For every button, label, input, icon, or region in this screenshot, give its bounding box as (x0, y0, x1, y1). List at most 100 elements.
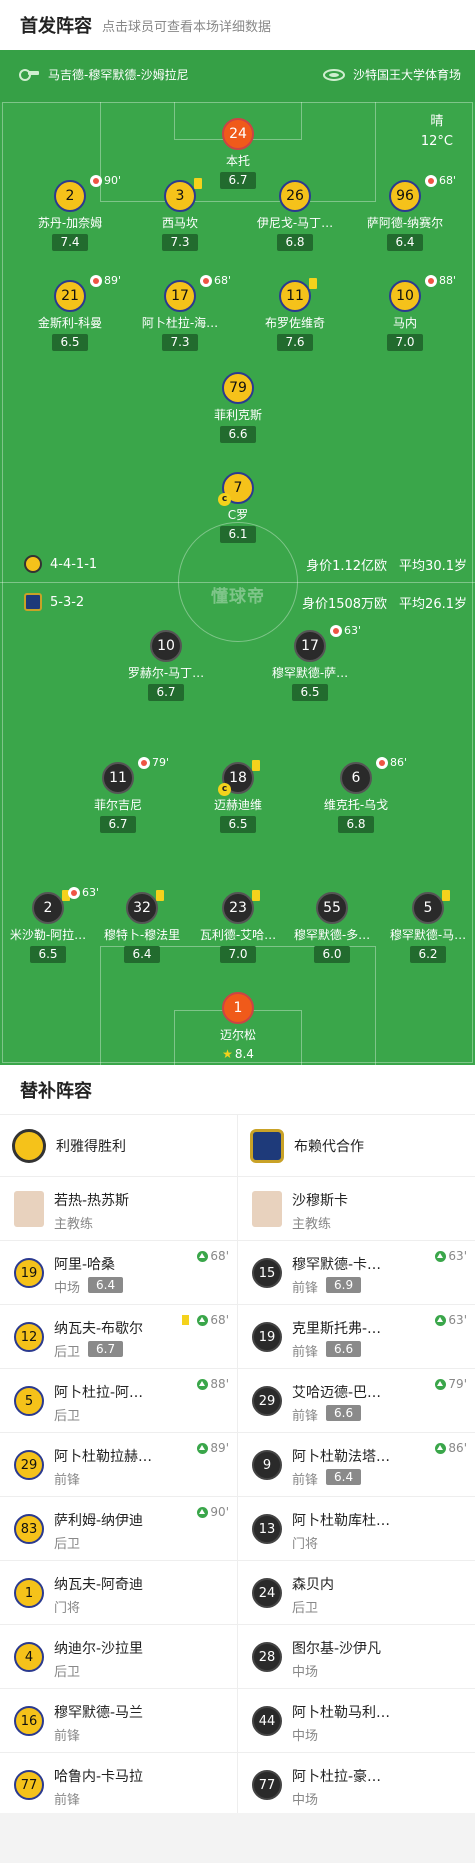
yellow-card-icon (442, 890, 450, 901)
jersey-number: 7c (218, 472, 254, 506)
away-player-6[interactable]: 6 86' 维克托-乌戈 6.8 (296, 756, 416, 833)
player-rating: 7.4 (52, 234, 88, 251)
coach-role: 主教练 (292, 1217, 332, 1232)
jersey-number: 5 (14, 1386, 44, 1416)
player-position: 前锋 (54, 1793, 81, 1808)
substitution-icon (138, 756, 150, 769)
home-team-logo-icon (24, 555, 42, 573)
home-formation: 4-4-1-1 (24, 555, 97, 573)
jersey-number: 6 (340, 762, 372, 794)
away-player-10[interactable]: 10 罗赫尔-马丁… 6.7 (106, 630, 226, 701)
away-sub-row[interactable]: 13 阿卜杜勒库杜… 门将 (238, 1497, 475, 1561)
home-sub-row[interactable]: 1 纳瓦夫-阿奇迪 门将 (0, 1561, 237, 1625)
home-player-79[interactable]: 79 菲利克斯 6.6 (178, 372, 298, 443)
jersey-number: 77 (14, 1770, 44, 1800)
jersey-number: 18 c (218, 760, 260, 796)
away-player-1[interactable]: 1 迈尔松 ★ 8.4 (178, 992, 298, 1063)
player-rating: 6.2 (410, 946, 446, 963)
away-player-11[interactable]: 11 79' 菲尔吉尼 6.7 (58, 756, 178, 833)
away-coach-row[interactable]: 沙穆斯卡 主教练 (238, 1177, 475, 1241)
away-sub-row[interactable]: 28 图尔基-沙伊凡 中场 (238, 1625, 475, 1689)
home-player-21[interactable]: 21 89' 金斯利-科曼 6.5 (10, 274, 130, 351)
home-player-2[interactable]: 2 90' 苏丹-加奈姆 7.4 (10, 174, 130, 251)
player-rating: 6.4 (326, 1469, 362, 1485)
home-player-10[interactable]: 10 88' 马内 7.0 (345, 274, 465, 351)
away-player-5[interactable]: 5 穆罕默德-马… 6.2 (368, 890, 475, 963)
away-sub-row[interactable]: 19 克里斯托弗-… 前锋 6.6 63' (238, 1305, 475, 1369)
away-sub-row[interactable]: 29 艾哈迈德-巴… 前锋 6.6 79' (238, 1369, 475, 1433)
away-sub-row[interactable]: 77 阿卜杜拉-豪… 中场 (238, 1753, 475, 1817)
home-sub-row[interactable]: 4 纳迪尔-沙拉里 后卫 (0, 1625, 237, 1689)
home-player-96[interactable]: 96 68' 萨阿德-纳赛尔 6.4 (345, 174, 465, 251)
player-rating: 7.6 (277, 334, 313, 351)
home-sub-row[interactable]: 77 哈鲁内-卡马拉 前锋 (0, 1753, 237, 1817)
home-player-7[interactable]: 7 c C罗 6.1 (178, 472, 298, 543)
jersey-number: 29 (252, 1386, 282, 1416)
away-team-logo-icon (250, 1128, 284, 1163)
player-rating: 6.5 (52, 334, 88, 351)
home-coach-row[interactable]: 若热-热苏斯 主教练 (0, 1177, 237, 1241)
player-name: 阿卜杜勒库杜… (292, 1513, 390, 1529)
home-sub-row[interactable]: 29 阿卜杜勒拉赫… 前锋 89' (0, 1433, 237, 1497)
player-name: 菲尔吉尼 (93, 798, 142, 812)
home-sub-row[interactable]: 83 萨利姆-纳伊迪 后卫 90' (0, 1497, 237, 1561)
substitution-icon (90, 174, 102, 187)
yellow-card-icon (182, 1315, 189, 1325)
away-player-17[interactable]: 17 63' 穆罕默德-萨… 6.5 (250, 624, 370, 701)
yellow-card-icon (252, 760, 260, 771)
sub-on-icon (435, 1250, 447, 1262)
home-player-26[interactable]: 26 伊尼戈-马丁… 6.8 (235, 180, 355, 251)
player-rating: 6.6 (220, 426, 256, 443)
home-team-value: 身价1.12亿欧 (306, 559, 388, 574)
player-position: 中场 (292, 1665, 319, 1680)
home-team-age: 平均30.1岁 (399, 559, 467, 574)
jersey-number: 28 (252, 1642, 282, 1672)
jersey-number: 24 (252, 1578, 282, 1608)
sub-minute: 88' (439, 274, 457, 287)
player-rating: 6.0 (314, 946, 350, 963)
player-rating: 6.1 (220, 526, 256, 543)
home-sub-row[interactable]: 16 穆罕默德-马兰 前锋 (0, 1689, 237, 1753)
player-name: 阿卜杜拉-海… (141, 316, 219, 330)
jersey-number: 79 (222, 372, 254, 404)
jersey-number: 19 (14, 1258, 44, 1288)
coach-avatar (252, 1191, 282, 1227)
player-rating: 6.4 (124, 946, 160, 963)
away-player-18[interactable]: 18 c 迈赫迪维 6.5 (178, 760, 298, 833)
player-position: 门将 (292, 1537, 319, 1552)
jersey-number: 83 (14, 1514, 44, 1544)
home-sub-row[interactable]: 12 纳瓦夫-布歇尔 后卫 6.7 68' (0, 1305, 237, 1369)
player-position: 中场 (292, 1793, 319, 1808)
sub-off-marker: 79' (138, 756, 169, 769)
player-rating: 6.9 (326, 1277, 362, 1293)
team-name: 利雅得胜利 (56, 1138, 126, 1155)
player-position: 前锋 (292, 1473, 319, 1488)
home-formation-label: 4-4-1-1 (50, 556, 98, 572)
home-subs-team-header: 利雅得胜利 (0, 1115, 237, 1177)
player-rating: 7.3 (162, 334, 198, 351)
away-subs-team-header: 布赖代合作 (238, 1115, 475, 1177)
home-sub-row[interactable]: 19 阿里-哈桑 中场 6.4 68' (0, 1241, 237, 1305)
home-player-11[interactable]: 11 布罗佐维奇 7.6 (235, 278, 355, 351)
home-team-logo-icon (12, 1128, 46, 1163)
jersey-number: 29 (14, 1450, 44, 1480)
away-sub-row[interactable]: 24 森贝内 后卫 (238, 1561, 475, 1625)
player-position: 前锋 (292, 1345, 319, 1360)
away-sub-row[interactable]: 15 穆罕默德-卡… 前锋 6.9 63' (238, 1241, 475, 1305)
jersey-number: 32 (126, 890, 164, 924)
player-rating: 7.0 (220, 946, 256, 963)
player-name: 穆罕默德-萨… (271, 666, 349, 680)
home-player-3[interactable]: 3 西马坎 7.3 (120, 178, 240, 251)
player-name: 纳瓦夫-布歇尔 (54, 1321, 144, 1337)
coach-name: 沙穆斯卡 (292, 1193, 348, 1209)
player-name: 阿卜杜勒法塔… (292, 1449, 390, 1465)
player-name: 西马坎 (161, 216, 198, 230)
sub-on-icon (197, 1250, 209, 1262)
sub-off-marker: 68' (200, 274, 231, 287)
away-sub-row[interactable]: 9 阿卜杜勒法塔… 前锋 6.4 86' (238, 1433, 475, 1497)
home-sub-row[interactable]: 5 阿卜杜拉-阿… 后卫 88' (0, 1369, 237, 1433)
jersey-number: 13 (252, 1514, 282, 1544)
player-name: 伊尼戈-马丁… (256, 216, 334, 230)
away-sub-row[interactable]: 44 阿卜杜勒马利… 中场 (238, 1689, 475, 1753)
home-player-17[interactable]: 17 68' 阿卜杜拉-海… 7.3 (120, 274, 240, 351)
